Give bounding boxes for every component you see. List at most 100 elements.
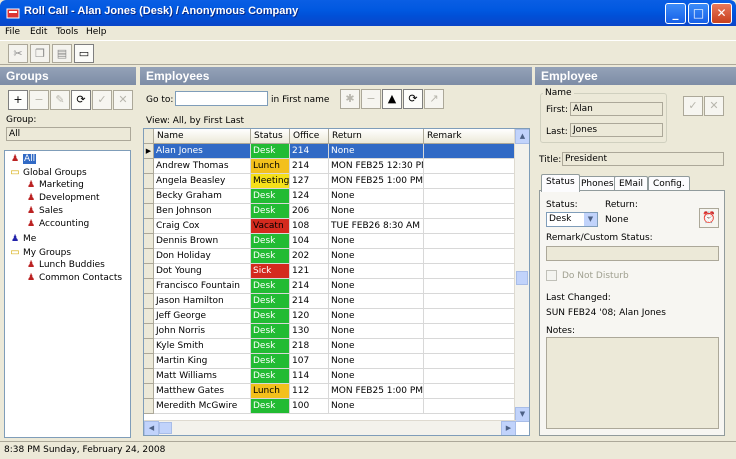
cell-name: Francisco Fountain	[154, 279, 251, 294]
cell-remark	[424, 279, 516, 294]
add-employee-button[interactable]: ✱	[340, 89, 360, 109]
tree-item-sales[interactable]: ♟ Sales	[25, 205, 63, 218]
cell-office: 206	[290, 204, 329, 219]
cancel-group-button[interactable]: ✕	[113, 90, 133, 110]
tree-item-marketing[interactable]: ♟ Marketing	[25, 179, 84, 192]
column-status[interactable]: Status	[251, 129, 290, 144]
cell-remark	[424, 324, 516, 339]
groups-tree[interactable]: ♟ All ▭ Global Groups ♟ Marketing ♟ Developm…	[4, 150, 131, 438]
maximize-button[interactable]: □	[688, 3, 709, 24]
remove-employee-button[interactable]: −	[361, 89, 381, 109]
table-row[interactable]: Andrew Thomas Lunch 214 MON FEB25 12:30 PM	[144, 159, 516, 174]
tree-item-lunch-buddies[interactable]: ♟ Lunch Buddies	[25, 259, 105, 272]
table-row[interactable]: Becky Graham Desk 124 None	[144, 189, 516, 204]
table-row[interactable]: Craig Cox Vacatn 108 TUE FEB26 8:30 AM	[144, 219, 516, 234]
column-remark[interactable]: Remark	[424, 129, 516, 144]
cell-status: Desk	[251, 309, 290, 324]
accept-group-button[interactable]: ✓	[92, 90, 112, 110]
cell-return: None	[329, 324, 424, 339]
employees-grid[interactable]: Name Status Office Return Remark ▶ Alan J…	[143, 128, 530, 436]
menu-edit[interactable]: Edit	[30, 27, 47, 37]
notes-field[interactable]	[546, 337, 719, 429]
cell-status: Desk	[251, 324, 290, 339]
tree-item-all[interactable]: ♟ All	[9, 153, 37, 166]
copy-icon[interactable]: ❐	[30, 44, 50, 63]
tree-item-me[interactable]: ♟ Me	[9, 233, 36, 246]
tree-item-development[interactable]: ♟ Development	[25, 192, 100, 205]
status-select[interactable]: Desk ▼	[546, 212, 598, 227]
display-icon[interactable]: ▭	[74, 44, 94, 63]
table-row[interactable]: Angela Beasley Meeting 127 MON FEB25 1:00 P…	[144, 174, 516, 189]
remove-group-button[interactable]: −	[29, 90, 49, 110]
menu-file[interactable]: File	[5, 27, 20, 37]
move-up-button[interactable]: ▲	[382, 89, 402, 109]
tab-status[interactable]: Status	[541, 174, 580, 192]
refresh-employees-button[interactable]: ⟳	[403, 89, 423, 109]
minimize-button[interactable]: _	[665, 3, 686, 24]
goto-input[interactable]	[175, 91, 268, 106]
notes-label: Notes:	[546, 326, 576, 336]
row-indicator	[144, 249, 154, 264]
column-return[interactable]: Return	[329, 129, 424, 144]
tree-item-accounting[interactable]: ♟ Accounting	[25, 218, 89, 231]
table-row[interactable]: Jason Hamilton Desk 214 None	[144, 294, 516, 309]
paste-icon[interactable]: ▤	[52, 44, 72, 63]
tree-item-common-contacts[interactable]: ♟ Common Contacts	[25, 272, 122, 285]
cell-remark	[424, 219, 516, 234]
refresh-groups-button[interactable]: ⟳	[71, 90, 91, 110]
cell-status: Desk	[251, 234, 290, 249]
column-name[interactable]: Name	[154, 129, 251, 144]
scroll-up-arrow-icon[interactable]: ▲	[515, 129, 529, 144]
tree-item-global-groups[interactable]: ▭ Global Groups	[9, 166, 86, 179]
grid-vertical-scrollbar[interactable]: ▲ ▼	[514, 129, 529, 422]
first-label: First:	[546, 105, 568, 115]
edit-employee-button[interactable]: ↗	[424, 89, 444, 109]
close-button[interactable]: ✕	[711, 3, 732, 24]
cell-office: 114	[290, 369, 329, 384]
cell-return: None	[329, 369, 424, 384]
scroll-left-arrow-icon[interactable]: ◀	[144, 421, 159, 435]
alarm-clock-button[interactable]: ⏰	[699, 208, 719, 228]
column-office[interactable]: Office	[290, 129, 329, 144]
scroll-right-arrow-icon[interactable]: ▶	[501, 421, 516, 435]
cell-remark	[424, 144, 516, 159]
cell-office: 100	[290, 399, 329, 414]
add-group-button[interactable]: +	[8, 90, 28, 110]
table-row[interactable]: Francisco Fountain Desk 214 None	[144, 279, 516, 294]
hscroll-thumb[interactable]	[159, 422, 172, 434]
tree-item-my-groups[interactable]: ▭ My Groups	[9, 246, 71, 259]
scroll-down-arrow-icon[interactable]: ▼	[515, 407, 529, 422]
table-row[interactable]: Meredith McGwire Desk 100 None	[144, 399, 516, 414]
table-row[interactable]: Matthew Gates Lunch 112 MON FEB25 1:00 PM	[144, 384, 516, 399]
table-row[interactable]: Ben Johnson Desk 206 None	[144, 204, 516, 219]
table-row[interactable]: John Norris Desk 130 None	[144, 324, 516, 339]
cell-return: MON FEB25 12:30 PM	[329, 159, 424, 174]
cut-icon[interactable]: ✂	[8, 44, 28, 63]
last-changed-value: SUN FEB24 '08; Alan Jones	[546, 308, 666, 318]
cell-remark	[424, 189, 516, 204]
edit-group-button[interactable]: ✎	[50, 90, 70, 110]
cancel-employee-button[interactable]: ✕	[704, 96, 724, 116]
table-row[interactable]: Dot Young Sick 121 None	[144, 264, 516, 279]
cell-office: 214	[290, 279, 329, 294]
cell-office: 112	[290, 384, 329, 399]
table-row[interactable]: Don Holiday Desk 202 None	[144, 249, 516, 264]
cell-remark	[424, 294, 516, 309]
table-row[interactable]: Jeff George Desk 120 None	[144, 309, 516, 324]
menu-tools[interactable]: Tools	[56, 27, 78, 37]
table-row[interactable]: Martin King Desk 107 None	[144, 354, 516, 369]
menu-help[interactable]: Help	[86, 27, 107, 37]
table-row[interactable]: Dennis Brown Desk 104 None	[144, 234, 516, 249]
cell-office: 218	[290, 339, 329, 354]
save-employee-button[interactable]: ✓	[683, 96, 703, 116]
remark-field[interactable]	[546, 246, 719, 261]
table-row[interactable]: Matt Williams Desk 114 None	[144, 369, 516, 384]
table-row[interactable]: ▶ Alan Jones Desk 214 None	[144, 144, 516, 159]
cell-name: Ben Johnson	[154, 204, 251, 219]
last-changed-label: Last Changed:	[546, 293, 611, 303]
do-not-disturb-checkbox[interactable]	[546, 270, 557, 281]
grid-horizontal-scrollbar[interactable]: ◀ ▶	[144, 420, 516, 435]
scroll-thumb[interactable]	[516, 271, 528, 285]
cell-status: Sick	[251, 264, 290, 279]
table-row[interactable]: Kyle Smith Desk 218 None	[144, 339, 516, 354]
